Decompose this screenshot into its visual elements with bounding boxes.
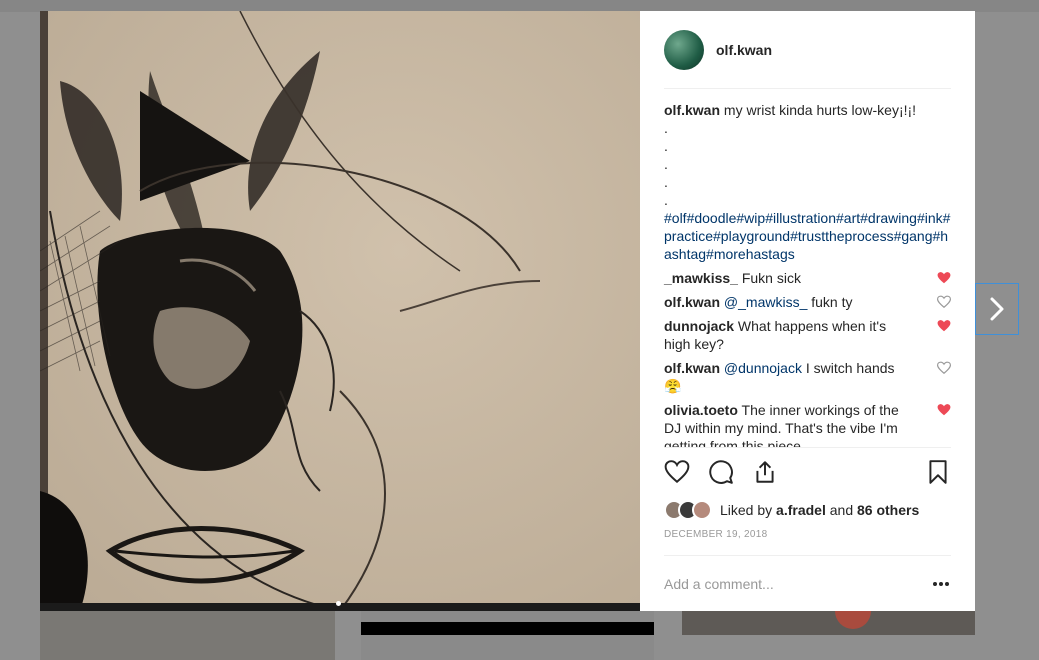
caption-text: my wrist kinda hurts low-key¡!¡! xyxy=(723,102,917,118)
likes-text: Liked by a.fradel and 86 others xyxy=(720,502,919,518)
caption-dot: . xyxy=(664,138,668,154)
feed-thumbnail[interactable] xyxy=(40,610,335,660)
post-date[interactable]: DECEMBER 19, 2018 xyxy=(664,529,951,549)
likes-user-link[interactable]: a.fradel xyxy=(776,502,826,518)
caption-dot: . xyxy=(664,174,668,190)
comment-mention[interactable]: @dunnojack xyxy=(724,360,802,376)
bookmark-icon[interactable] xyxy=(925,459,951,485)
caption-dot: . xyxy=(664,120,668,136)
comment-input[interactable] xyxy=(664,575,931,592)
likes-joiner: and xyxy=(829,502,854,518)
liker-avatar xyxy=(692,500,712,520)
post-username[interactable]: olf.kwan xyxy=(716,42,772,58)
heart-icon[interactable] xyxy=(937,319,951,333)
heart-outline-icon[interactable] xyxy=(937,361,951,375)
comment-icon[interactable] xyxy=(708,459,734,485)
caption-hashtags[interactable]: #olf#doodle#wip#illustration#art#drawing… xyxy=(664,209,951,263)
heart-icon[interactable] xyxy=(664,459,690,485)
post-modal: olf.kwan olf.kwan my wrist kinda hurts l… xyxy=(40,11,975,611)
more-icon xyxy=(933,581,949,586)
caption-dot: . xyxy=(664,192,668,208)
likes-prefix: Liked by xyxy=(720,502,773,518)
likes-summary: Liked by a.fradel and 86 others xyxy=(664,495,951,525)
ink-drawing-artwork xyxy=(40,11,640,611)
heart-icon[interactable] xyxy=(937,271,951,285)
comments-list[interactable]: olf.kwan my wrist kinda hurts low-key¡!¡… xyxy=(640,89,975,447)
comment-item: olivia.toeto The inner workings of the D… xyxy=(664,401,951,447)
comment-username[interactable]: _mawkiss_ xyxy=(664,270,738,286)
post-actions xyxy=(664,447,951,495)
more-options-button[interactable] xyxy=(931,574,951,594)
comment-username[interactable]: olivia.toeto xyxy=(664,402,738,418)
comment-item: olf.kwan @_mawkiss_ fukn ty xyxy=(664,293,951,311)
heart-outline-icon[interactable] xyxy=(937,295,951,309)
comment-mention[interactable]: @_mawkiss_ xyxy=(724,294,807,310)
caption-username[interactable]: olf.kwan xyxy=(664,102,720,118)
carousel-indicator xyxy=(336,601,341,606)
post-caption: olf.kwan my wrist kinda hurts low-key¡!¡… xyxy=(664,101,951,263)
heart-icon[interactable] xyxy=(937,403,951,417)
share-icon[interactable] xyxy=(752,459,778,485)
avatar[interactable] xyxy=(664,29,704,70)
comment-item: dunnojack What happens when it's high ke… xyxy=(664,317,951,353)
comment-item: olf.kwan @dunnojack I switch hands 😤 xyxy=(664,359,951,395)
post-image[interactable] xyxy=(40,11,640,611)
post-header: olf.kwan xyxy=(664,11,951,89)
comment-text: fukn ty xyxy=(811,294,853,310)
comment-username[interactable]: olf.kwan xyxy=(664,294,720,310)
comment-username[interactable]: olf.kwan xyxy=(664,360,720,376)
comment-item: _mawkiss_ Fukn sick xyxy=(664,269,951,287)
post-details-panel: olf.kwan olf.kwan my wrist kinda hurts l… xyxy=(640,11,975,611)
add-comment-section xyxy=(664,555,951,611)
comment-username[interactable]: dunnojack xyxy=(664,318,734,334)
feed-thumbnail[interactable] xyxy=(361,610,654,660)
feed-thumbnail-bar xyxy=(361,622,654,635)
likes-others-link[interactable]: 86 others xyxy=(857,502,919,518)
comment-text: Fukn sick xyxy=(741,270,801,286)
caption-dot: . xyxy=(664,156,668,172)
chevron-right-icon xyxy=(990,297,1004,321)
next-post-button[interactable] xyxy=(975,283,1019,335)
